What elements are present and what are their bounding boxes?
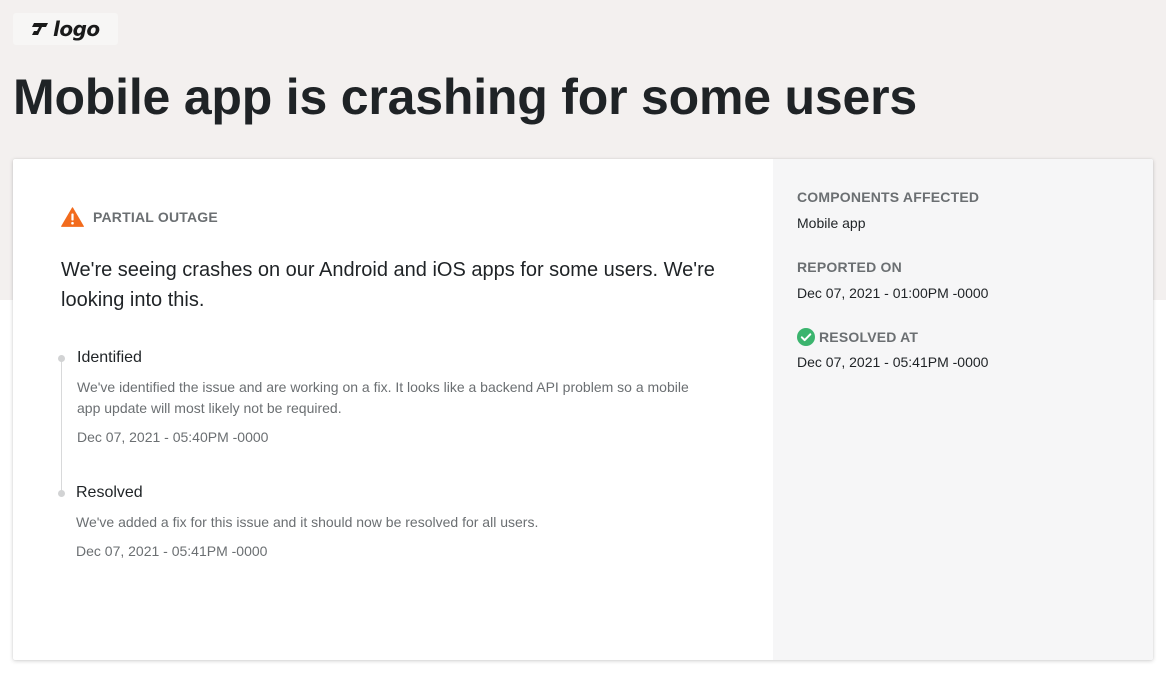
logo[interactable]: logo [13, 13, 118, 45]
warning-triangle-icon [61, 207, 84, 227]
resolved-at: RESOLVED AT Dec 07, 2021 - 05:41PM -0000 [797, 328, 988, 370]
update-timestamp: Dec 07, 2021 - 05:40PM -0000 [77, 429, 269, 445]
timeline-dot [58, 355, 65, 362]
reported-on-value: Dec 07, 2021 - 01:00PM -0000 [797, 285, 989, 301]
reported-on: REPORTED ON Dec 07, 2021 - 01:00PM -0000 [797, 259, 988, 301]
check-circle-icon [797, 328, 815, 346]
status-label: PARTIAL OUTAGE [93, 209, 218, 225]
update-item-resolved: Resolved We've added a fix for this issu… [76, 484, 716, 559]
resolved-at-value: Dec 07, 2021 - 05:41PM -0000 [797, 354, 989, 370]
update-body: We've identified the issue and are worki… [77, 379, 689, 416]
resolved-at-header: RESOLVED AT [797, 328, 988, 346]
update-body: We've added a fix for this issue and it … [76, 514, 539, 530]
logo-mark-icon [32, 23, 48, 35]
incident-summary: We're seeing crashes on our Android and … [61, 259, 715, 311]
update-title: Resolved [76, 484, 143, 501]
components-affected-value: Mobile app [797, 215, 866, 231]
components-affected: COMPONENTS AFFECTED Mobile app [797, 189, 979, 231]
incident-sidebar: COMPONENTS AFFECTED Mobile app REPORTED … [773, 159, 1153, 660]
update-timestamp: Dec 07, 2021 - 05:41PM -0000 [76, 543, 268, 559]
reported-on-label: REPORTED ON [797, 259, 902, 275]
timeline-dot [58, 490, 65, 497]
incident-details: PARTIAL OUTAGE We're seeing crashes on o… [13, 159, 773, 660]
page-title: Mobile app is crashing for some users [13, 69, 917, 125]
update-item-identified: Identified We've identified the issue an… [77, 349, 717, 445]
timeline-line [61, 359, 62, 493]
status-indicator: PARTIAL OUTAGE [61, 207, 218, 227]
logo-text: logo [53, 17, 100, 41]
components-affected-label: COMPONENTS AFFECTED [797, 189, 980, 205]
resolved-at-label: RESOLVED AT [819, 329, 919, 345]
incident-card: PARTIAL OUTAGE We're seeing crashes on o… [13, 159, 1153, 660]
update-title: Identified [77, 349, 142, 366]
